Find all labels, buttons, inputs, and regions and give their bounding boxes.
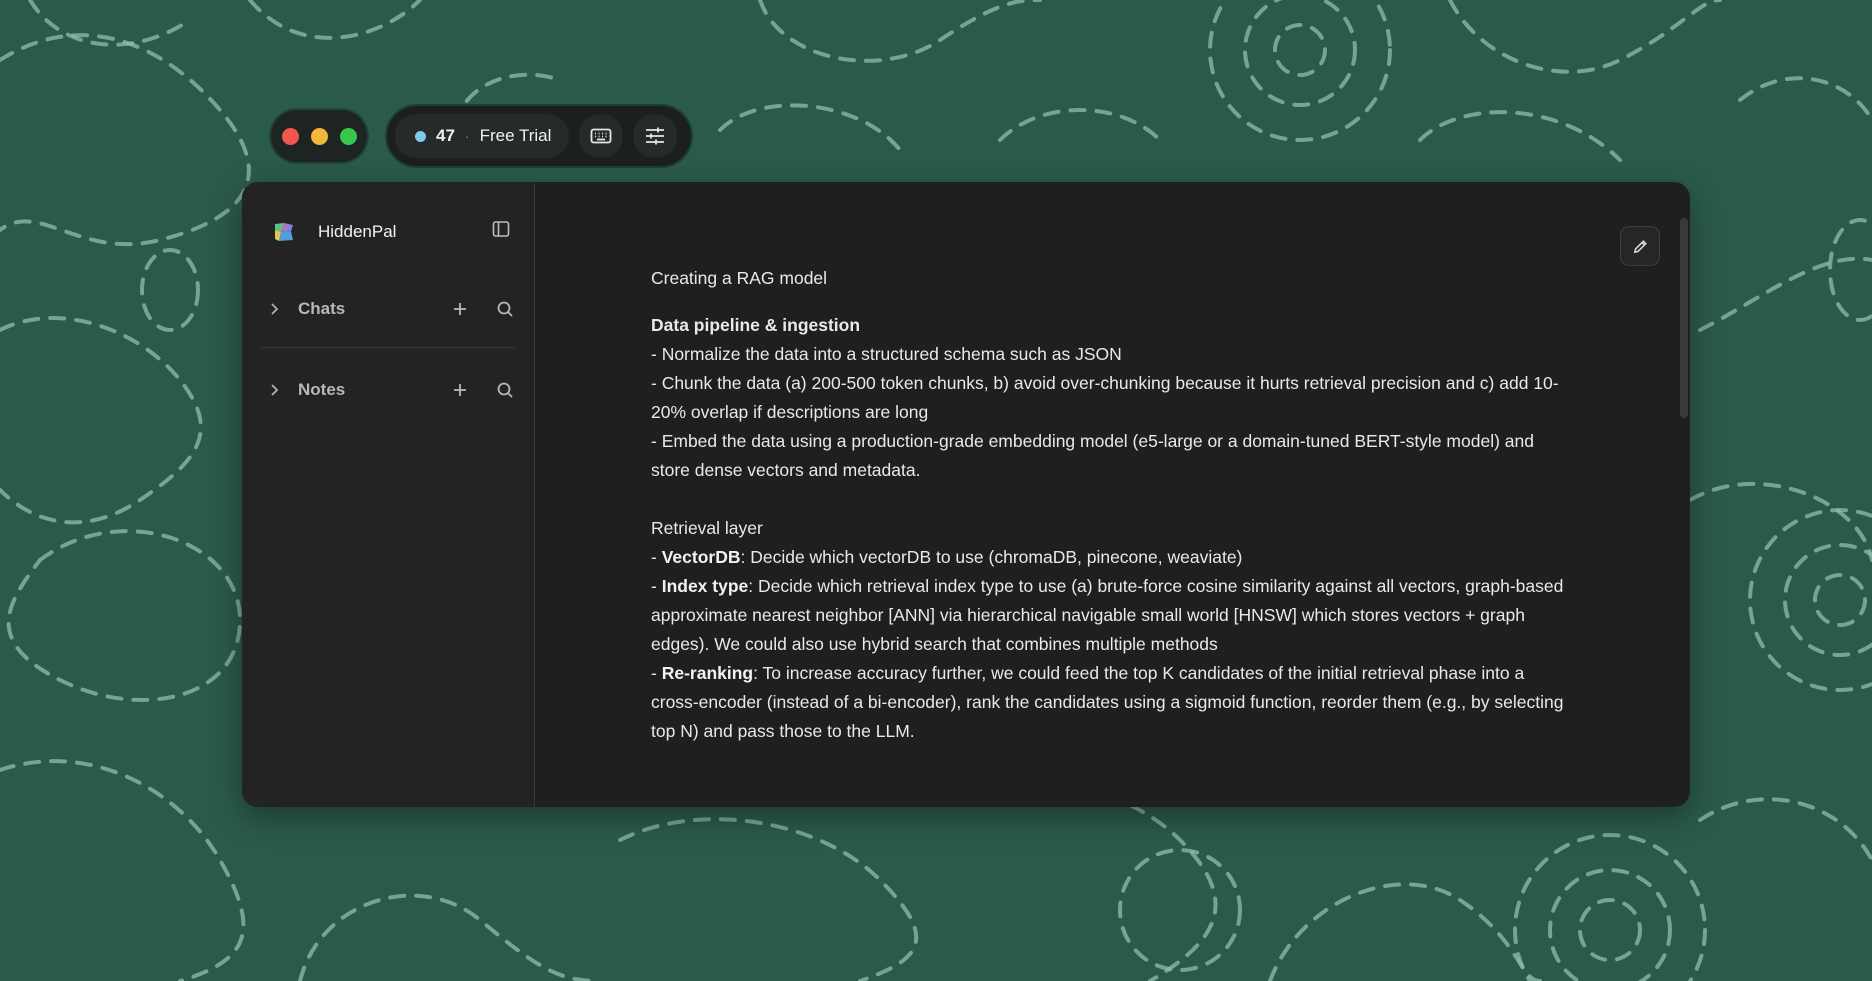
maximize-window-button[interactable] <box>339 127 357 145</box>
add-chat-button[interactable] <box>451 300 469 318</box>
app-name: HiddenPal <box>318 222 397 241</box>
plus-icon <box>454 303 466 315</box>
close-window-button[interactable] <box>281 127 299 145</box>
search-icon <box>497 301 513 317</box>
section-heading-retrieval: Retrieval layer <box>651 518 763 538</box>
keyboard-icon <box>590 128 612 144</box>
status-dot-icon <box>415 130 426 142</box>
sidebar-divider <box>262 347 514 348</box>
top-toolbar: 47 · Free Trial <box>387 106 691 166</box>
settings-button[interactable] <box>633 114 678 158</box>
keyboard-button[interactable] <box>579 114 624 158</box>
credit-count: 47 <box>436 126 455 145</box>
note-body[interactable]: Creating a RAG model Data pipeline & ing… <box>651 264 1571 746</box>
minimize-window-button[interactable] <box>310 127 328 145</box>
sidebar-section-chats[interactable]: Chats <box>266 294 514 324</box>
note-item-index-type: - Index type: Decide which retrieval ind… <box>651 576 1564 654</box>
sidebar-section-notes[interactable]: Notes <box>266 375 514 405</box>
section-heading-pipeline: Data pipeline & ingestion <box>651 315 861 335</box>
search-icon <box>497 382 513 398</box>
app-logo-icon <box>275 223 293 241</box>
plus-icon <box>454 384 466 396</box>
add-note-button[interactable] <box>451 381 469 399</box>
note-item-vectordb: - VectorDB: Decide which vectorDB to use… <box>651 547 1243 567</box>
note-item-reranking: - Re-ranking: To increase accuracy furth… <box>651 663 1564 741</box>
section-label-notes: Notes <box>298 380 346 399</box>
sidebar-panel-icon <box>492 221 510 237</box>
plan-label: Free Trial <box>479 126 552 145</box>
pencil-icon <box>1633 239 1647 253</box>
note-title: Creating a RAG model <box>651 268 828 288</box>
sidebar-toggle-button[interactable] <box>492 220 510 238</box>
note-line: - Normalize the data into a structured s… <box>651 344 1122 364</box>
chevron-right-icon[interactable] <box>266 301 282 317</box>
search-notes-button[interactable] <box>496 381 514 399</box>
note-content-area: Creating a RAG model Data pipeline & ing… <box>535 182 1690 807</box>
section-label-chats: Chats <box>298 299 346 318</box>
window-controls <box>271 110 367 162</box>
chevron-right-icon[interactable] <box>266 382 282 398</box>
edit-note-button[interactable] <box>1620 226 1660 266</box>
scrollbar[interactable] <box>1680 218 1688 418</box>
search-chats-button[interactable] <box>496 300 514 318</box>
note-line: - Chunk the data (a) 200-500 token chunk… <box>651 373 1559 422</box>
app-window: HiddenPal Chats Notes Creating a RAG mod… <box>242 182 1690 807</box>
brand: HiddenPal <box>272 220 396 244</box>
credit-separator: · <box>464 128 470 144</box>
sliders-icon <box>646 127 665 145</box>
credits-pill[interactable]: 47 · Free Trial <box>395 114 570 158</box>
note-line: - Embed the data using a production-grad… <box>651 431 1534 480</box>
sidebar: HiddenPal Chats Notes <box>242 182 535 807</box>
